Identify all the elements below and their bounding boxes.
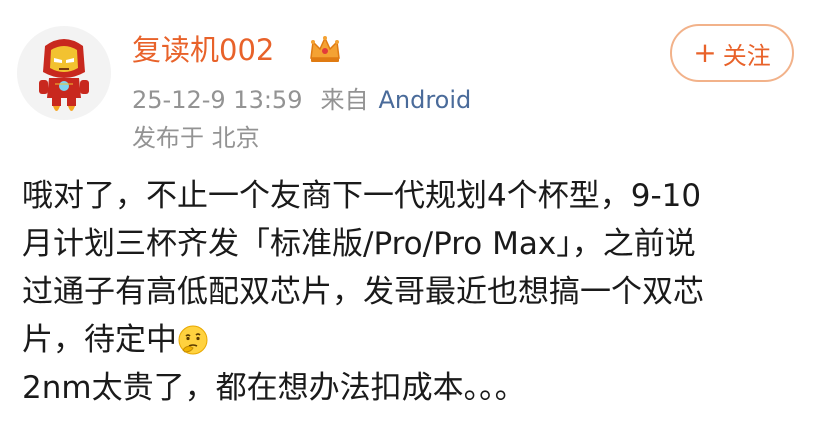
post-time: 25-12-9 13:59 [132, 86, 303, 114]
post-line: 过通子有高低配双芯片，发哥最近也想搞一个双芯 [22, 274, 704, 310]
follow-label: 关注 [722, 41, 771, 70]
post-line: 月计划三杯齐发「标准版/Pro/Pro Max」，之前说 [22, 226, 696, 262]
iron-man-avatar-icon [17, 26, 111, 120]
post-meta: 25-12-9 13:59 来自 Android [132, 84, 471, 116]
username[interactable]: 复读机002 [132, 30, 274, 70]
post-text: 哦对了，不止一个友商下一代规划4个杯型，9-10 月计划三杯齐发「标准版/Pro… [22, 172, 802, 412]
source-prefix: 来自 [320, 86, 369, 114]
post-line: 哦对了，不止一个友商下一代规划4个杯型，9-10 [22, 178, 702, 214]
plus-icon: + [693, 36, 717, 69]
post-line-with-emoji: 片，待定中 [22, 316, 802, 364]
post-line: 2nm太贵了，都在想办法扣成本。。。 [22, 370, 526, 406]
post-location: 发布于 北京 [132, 124, 260, 152]
crown-icon [310, 36, 340, 62]
source-link[interactable]: Android [378, 86, 471, 114]
user-avatar[interactable] [17, 26, 111, 120]
post-line-text: 片，待定中 [22, 322, 177, 358]
thinking-face-icon [178, 325, 208, 355]
follow-button[interactable]: + 关注 [670, 24, 794, 82]
